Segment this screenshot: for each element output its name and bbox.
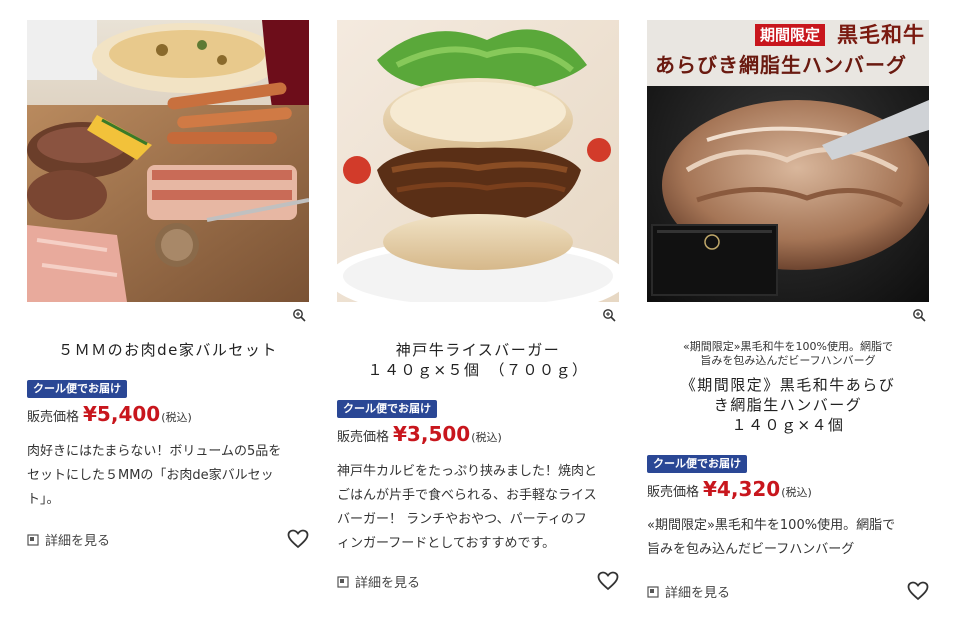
view-details-link[interactable]: 詳細を見る (27, 530, 110, 549)
description-line: «期間限定»黒毛和牛を100%使用。網脂で (647, 518, 896, 533)
view-details-label: 詳細を見る (45, 534, 111, 549)
product-image[interactable] (337, 20, 619, 302)
product-image[interactable]: 期間限定 黒毛和牛 あらびき網脂生ハンバーグ (647, 20, 929, 302)
price-row: 販売価格 ¥3,500 (税込) (337, 422, 502, 446)
product-card: 期間限定 黒毛和牛 あらびき網脂生ハンバーグ «期間限定»黒毛和牛を100%使用… (647, 20, 929, 601)
tax-note: (税込) (161, 411, 192, 424)
product-title-line: 《期間限定》黒毛和牛あらび (680, 376, 896, 394)
product-title[interactable]: 《期間限定》黒毛和牛あらび き網脂生ハンバーグ １４０ｇ×４個 (647, 375, 929, 435)
product-description: 神戸牛カルビをたっぷり挟みました！焼肉と ごはんが片手で食べられる、お手軽なライ… (337, 460, 619, 556)
zoom-icon[interactable] (292, 308, 306, 322)
description-line: バーガー！ ランチやおやつ、パーティのフ (337, 512, 587, 527)
product-description: «期間限定»黒毛和牛を100%使用。網脂で 旨みを包み込んだビーフハンバーグ (647, 514, 929, 562)
price-row: 販売価格 ¥4,320 (税込) (647, 477, 812, 501)
favorite-heart-icon[interactable] (287, 529, 309, 549)
price-value: ¥4,320 (703, 477, 781, 501)
description-line: 神戸牛カルビをたっぷり挟みました！焼肉と (337, 464, 598, 479)
description-line: ごはんが片手で食べられる、お手軽なライス (337, 488, 597, 503)
promo-banner: 期間限定 黒毛和牛 あらびき網脂生ハンバーグ (647, 20, 929, 86)
product-title[interactable]: ５ＭＭのお肉de家バルセット (27, 340, 309, 360)
product-title-line: １４０ｇ×４個 (731, 416, 845, 434)
product-image[interactable] (27, 20, 309, 302)
banner-brand: 黒毛和牛 (837, 22, 925, 47)
zoom-icon[interactable] (602, 308, 616, 322)
product-title-line: ５ＭＭのお肉de家バルセット (58, 341, 278, 359)
price-value: ¥3,500 (393, 422, 471, 446)
product-title[interactable]: 神戸牛ライスバーガー １４０ｇ×５個 （７００ｇ） (337, 340, 619, 380)
description-line: 肉好きにはたまらない！ボリュームの5品を (27, 444, 282, 459)
cool-delivery-badge: クール便でお届け (337, 400, 437, 418)
product-title-line: １４０ｇ×５個 （７００ｇ） (367, 361, 589, 379)
cool-delivery-badge: クール便でお届け (647, 455, 747, 473)
catch-line: 旨みを包み込んだビーフハンバーグ (700, 354, 876, 367)
view-details-label: 詳細を見る (665, 586, 731, 601)
price-label: 販売価格 (647, 485, 700, 500)
view-details-link[interactable]: 詳細を見る (647, 582, 730, 601)
description-line: ト」。 (27, 492, 60, 507)
product-title-line: き網脂生ハンバーグ (713, 396, 863, 414)
tax-note: (税込) (471, 431, 502, 444)
document-icon (647, 585, 659, 598)
description-line: 旨みを包み込んだビーフハンバーグ (647, 542, 855, 557)
favorite-heart-icon[interactable] (597, 571, 619, 591)
tax-note: (税込) (781, 486, 812, 499)
description-line: セットにした５MMの「お肉de家バルセッ (27, 468, 274, 483)
product-catchphrase: «期間限定»黒毛和牛を100%使用。網脂で 旨みを包み込んだビーフハンバーグ (647, 340, 929, 368)
favorite-heart-icon[interactable] (907, 581, 929, 601)
product-description: 肉好きにはたまらない！ボリュームの5品を セットにした５MMの「お肉de家バルセ… (27, 440, 309, 512)
price-row: 販売価格 ¥5,400 (税込) (27, 402, 192, 426)
price-value: ¥5,400 (83, 402, 161, 426)
product-grid: ５ＭＭのお肉de家バルセット クール便でお届け 販売価格 ¥5,400 (税込)… (0, 0, 974, 624)
price-label: 販売価格 (27, 410, 80, 425)
view-details-link[interactable]: 詳細を見る (337, 572, 420, 591)
rice-burger-photo (337, 20, 619, 302)
product-title-line: 神戸牛ライスバーガー (395, 341, 561, 359)
zoom-icon[interactable] (912, 308, 926, 322)
view-details-label: 詳細を見る (355, 576, 421, 591)
banner-title: あらびき網脂生ハンバーグ (655, 53, 907, 77)
document-icon (337, 575, 349, 588)
product-card: 神戸牛ライスバーガー １４０ｇ×５個 （７００ｇ） クール便でお届け 販売価格 … (337, 20, 619, 591)
document-icon (27, 533, 39, 546)
limited-time-tag: 期間限定 (755, 24, 826, 46)
product-card: ５ＭＭのお肉de家バルセット クール便でお届け 販売価格 ¥5,400 (税込)… (27, 20, 309, 549)
cool-delivery-badge: クール便でお届け (27, 380, 127, 398)
description-line: ィンガーフードとしておすすめです。 (337, 536, 556, 551)
catch-line: «期間限定»黒毛和牛を100%使用。網脂で (683, 340, 893, 353)
price-label: 販売価格 (337, 430, 390, 445)
meat-platter-photo (27, 20, 309, 302)
